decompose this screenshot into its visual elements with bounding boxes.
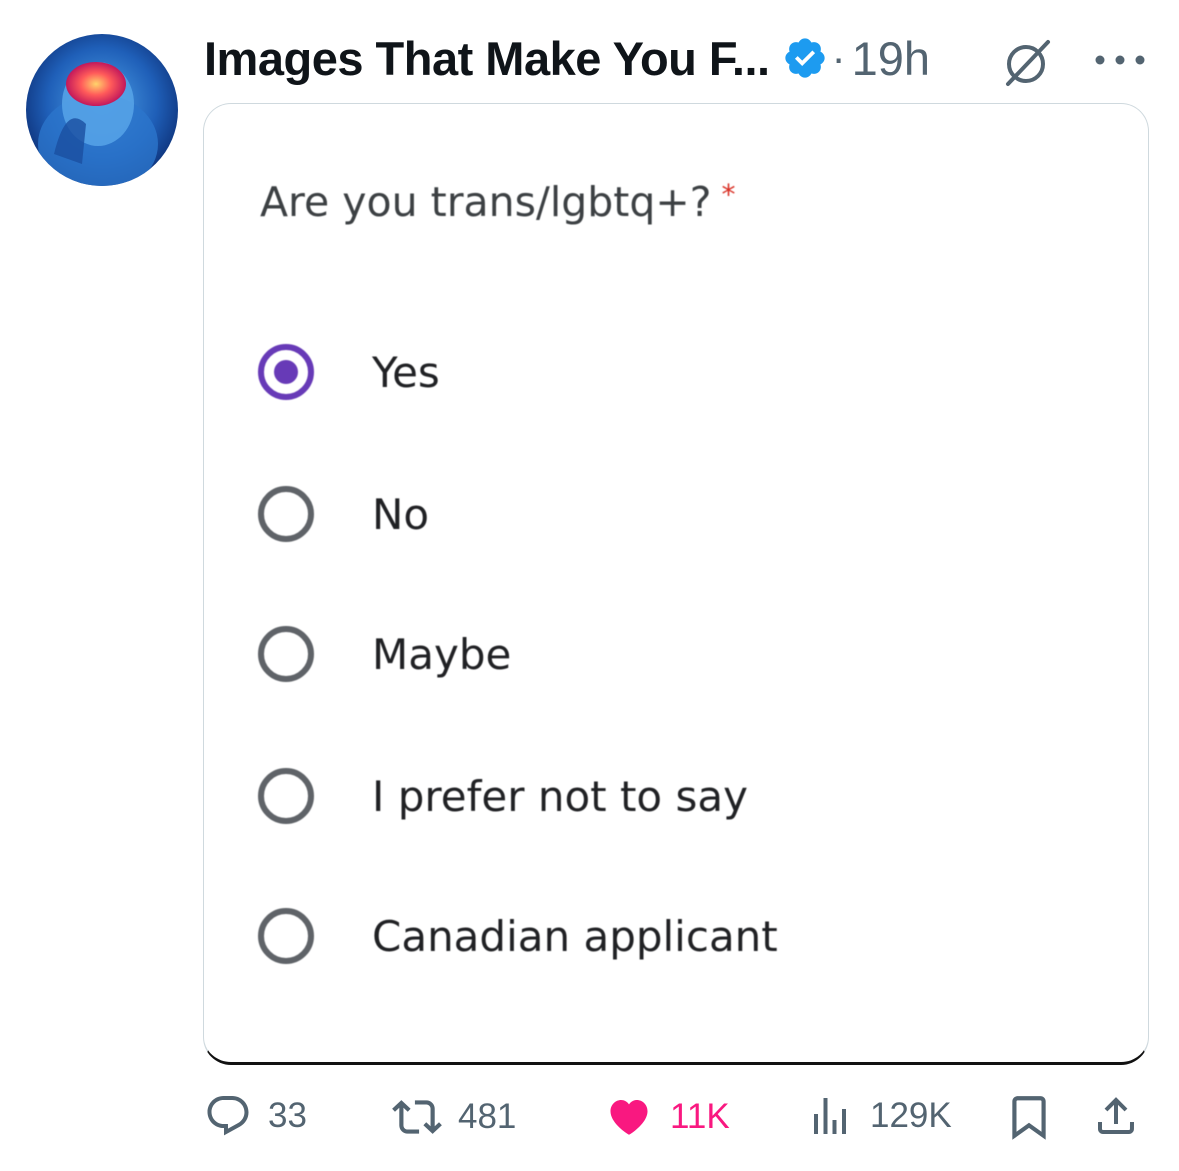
separator: · — [831, 34, 846, 81]
option-no: No — [258, 486, 429, 542]
tweet-header: Images That Make You F... · 19h — [204, 28, 930, 88]
verified-icon — [784, 38, 825, 78]
option-label: No — [372, 489, 430, 539]
radio-unselected — [258, 908, 314, 964]
author-name[interactable]: Images That Make You F... — [204, 31, 770, 86]
like-count: 11K — [670, 1097, 730, 1136]
reply-button[interactable]: 33 — [204, 1092, 307, 1140]
question-text: Are you trans/lgbtq+? — [260, 178, 712, 226]
views-count: 129K — [870, 1096, 952, 1135]
timestamp[interactable]: 19h — [852, 31, 930, 86]
share-icon — [1098, 1097, 1134, 1134]
reply-count: 33 — [268, 1096, 307, 1135]
repost-button[interactable]: 481 — [392, 1092, 516, 1142]
option-canadian: Canadian applicant — [258, 908, 778, 964]
media-card[interactable]: Are you trans/lgbtq+? * Yes No Maybe I pr… — [203, 103, 1149, 1065]
option-label: Canadian applicant — [372, 911, 778, 961]
more-icon[interactable] — [1090, 40, 1150, 80]
reply-icon — [207, 1096, 249, 1136]
views-icon — [814, 1098, 846, 1134]
views-button[interactable]: 129K — [806, 1092, 952, 1140]
share-button[interactable] — [1092, 1092, 1140, 1140]
grok-icon[interactable] — [1000, 34, 1056, 90]
action-bar: 33 481 11K 129K — [0, 1092, 1179, 1152]
radio-unselected — [258, 486, 314, 542]
option-maybe: Maybe — [258, 626, 511, 682]
bookmark-icon — [1012, 1096, 1046, 1140]
radio-selected — [258, 344, 314, 400]
bookmark-button[interactable] — [1004, 1092, 1054, 1142]
option-label: Maybe — [372, 629, 512, 679]
repost-icon — [392, 1100, 442, 1134]
option-yes: Yes — [258, 344, 440, 400]
radio-unselected — [258, 768, 314, 824]
option-label: I prefer not to say — [372, 771, 748, 821]
form-image: Are you trans/lgbtq+? * Yes No Maybe I pr… — [204, 104, 1148, 1062]
option-prefer-not: I prefer not to say — [258, 768, 748, 824]
form-question: Are you trans/lgbtq+? * — [260, 178, 736, 226]
like-button[interactable]: 11K — [604, 1092, 730, 1142]
avatar[interactable] — [26, 34, 178, 186]
radio-unselected — [258, 626, 314, 682]
required-mark: * — [721, 178, 736, 211]
option-label: Yes — [372, 347, 440, 397]
heart-icon — [610, 1100, 648, 1135]
repost-count: 481 — [458, 1097, 517, 1136]
